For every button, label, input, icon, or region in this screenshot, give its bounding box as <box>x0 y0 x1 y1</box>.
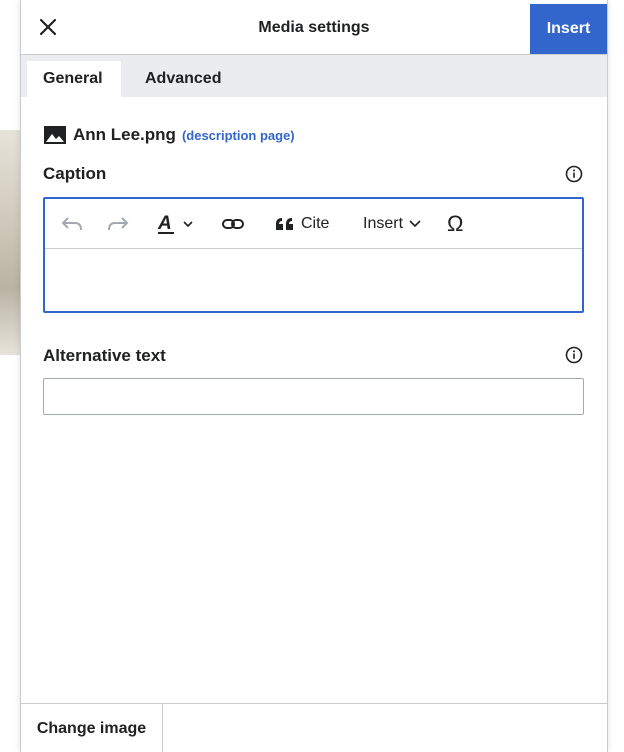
text-style-icon: A <box>157 213 193 234</box>
chevron-down-icon <box>409 220 421 228</box>
quote-icon <box>276 218 293 230</box>
tab-advanced[interactable]: Advanced <box>129 61 237 97</box>
media-settings-dialog: Media settings Insert General Advanced A… <box>20 0 608 752</box>
caption-label: Caption <box>43 164 107 183</box>
tab-bar: General Advanced <box>21 55 607 97</box>
omega-icon: Ω <box>447 211 464 236</box>
dialog-title: Media settings <box>258 19 370 36</box>
cite-label: Cite <box>301 215 330 232</box>
caption-input[interactable] <box>45 250 582 311</box>
caption-toolbar: A Cite Insert Ω <box>45 199 582 249</box>
info-icon[interactable] <box>565 346 583 364</box>
dialog-footer: Change image <box>21 703 607 752</box>
file-name: Ann Lee.png <box>73 125 176 144</box>
svg-text:A: A <box>157 213 172 234</box>
redo-button[interactable] <box>107 212 129 236</box>
insert-menu-label: Insert <box>363 215 404 232</box>
alt-text-input[interactable] <box>43 378 584 415</box>
tab-general[interactable]: General <box>27 61 121 97</box>
insert-menu-button[interactable]: Insert <box>363 212 423 236</box>
dialog-header: Media settings Insert <box>21 0 607 55</box>
description-page-link[interactable]: (description page) <box>182 128 295 143</box>
file-row: Ann Lee.png (description page) <box>43 125 295 145</box>
caption-editor: A Cite Insert Ω <box>43 197 584 313</box>
undo-button[interactable] <box>61 212 83 236</box>
info-icon[interactable] <box>565 165 583 183</box>
link-button[interactable] <box>221 212 245 236</box>
insert-button[interactable]: Insert <box>530 4 607 54</box>
text-style-button[interactable]: A <box>157 212 197 236</box>
background-article-image <box>0 130 20 355</box>
special-character-button[interactable]: Ω <box>447 211 464 236</box>
cite-button[interactable]: Cite <box>275 212 329 236</box>
link-icon <box>222 219 244 229</box>
image-icon <box>44 126 66 144</box>
alt-text-label: Alternative text <box>43 346 166 365</box>
change-image-button[interactable]: Change image <box>21 704 163 752</box>
undo-icon <box>61 217 82 231</box>
redo-icon <box>108 217 129 231</box>
